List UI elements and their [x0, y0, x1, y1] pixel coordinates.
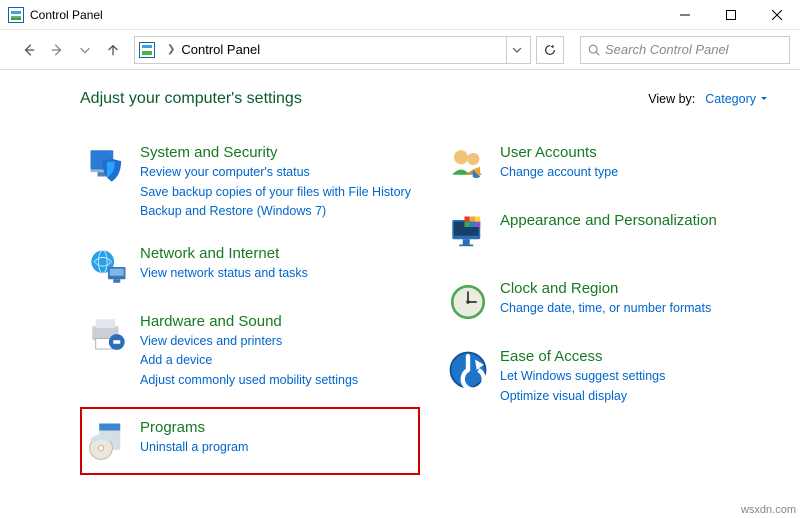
search-input[interactable]: Search Control Panel	[580, 36, 790, 64]
category-title[interactable]: Ease of Access	[500, 348, 665, 366]
category-link[interactable]: Backup and Restore (Windows 7)	[140, 203, 411, 221]
category-title[interactable]: Clock and Region	[500, 280, 711, 298]
category-link[interactable]: Uninstall a program	[140, 439, 248, 457]
minimize-button[interactable]	[662, 0, 708, 30]
content-area: Adjust your computer's settings View by:…	[0, 70, 800, 485]
view-by-value: Category	[705, 92, 756, 106]
category-link[interactable]: Review your computer's status	[140, 164, 411, 182]
navbar: ❯ Control Panel Search Control Panel	[0, 30, 800, 70]
category-title[interactable]: Hardware and Sound	[140, 313, 358, 331]
category-link[interactable]: Adjust commonly used mobility settings	[140, 372, 358, 390]
category-system-security: System and Security Review your computer…	[80, 138, 420, 227]
monitor-colors-icon	[446, 212, 490, 256]
category-appearance-personalization: Appearance and Personalization	[440, 206, 780, 262]
window-controls	[662, 0, 800, 30]
recent-locations-button[interactable]	[74, 39, 96, 61]
search-icon	[587, 43, 601, 57]
search-placeholder: Search Control Panel	[605, 42, 729, 57]
printer-icon	[86, 313, 130, 357]
category-hardware-sound: Hardware and Sound View devices and prin…	[80, 307, 420, 396]
window-title: Control Panel	[30, 8, 103, 22]
category-link[interactable]: Change account type	[500, 164, 618, 182]
address-dropdown[interactable]	[506, 37, 526, 63]
watermark: wsxdn.com	[741, 504, 796, 516]
category-user-accounts: User Accounts Change account type	[440, 138, 780, 194]
category-column-left: System and Security Review your computer…	[80, 138, 420, 475]
category-link[interactable]: View network status and tasks	[140, 265, 308, 283]
category-column-right: User Accounts Change account type	[440, 138, 780, 475]
content-header: Adjust your computer's settings View by:…	[80, 90, 780, 108]
close-button[interactable]	[754, 0, 800, 30]
shield-icon	[86, 144, 130, 188]
category-link[interactable]: View devices and printers	[140, 333, 358, 351]
category-link[interactable]: Let Windows suggest settings	[500, 368, 665, 386]
view-by: View by: Category	[648, 92, 780, 106]
chevron-down-icon	[760, 95, 768, 103]
view-by-dropdown[interactable]: Category	[705, 92, 768, 106]
breadcrumb[interactable]: Control Panel	[181, 42, 260, 57]
category-title[interactable]: Programs	[140, 419, 248, 437]
users-icon	[446, 144, 490, 188]
forward-button[interactable]	[46, 39, 68, 61]
category-link[interactable]: Optimize visual display	[500, 388, 665, 406]
category-ease-of-access: Ease of Access Let Windows suggest setti…	[440, 342, 780, 411]
ease-of-access-icon	[446, 348, 490, 392]
category-link[interactable]: Save backup copies of your files with Fi…	[140, 184, 411, 202]
control-panel-icon	[8, 7, 24, 23]
chevron-right-icon[interactable]: ❯	[161, 44, 181, 55]
category-clock-region: Clock and Region Change date, time, or n…	[440, 274, 780, 330]
clock-icon	[446, 280, 490, 324]
disc-box-icon	[86, 419, 130, 463]
up-button[interactable]	[102, 39, 124, 61]
category-title[interactable]: User Accounts	[500, 144, 618, 162]
category-link[interactable]: Add a device	[140, 352, 358, 370]
address-bar[interactable]: ❯ Control Panel	[134, 36, 531, 64]
titlebar: Control Panel	[0, 0, 800, 30]
page-title: Adjust your computer's settings	[80, 90, 302, 108]
category-programs: Programs Uninstall a program	[80, 407, 420, 475]
view-by-label: View by:	[648, 92, 695, 106]
control-panel-icon	[139, 42, 155, 58]
category-network-internet: Network and Internet View network status…	[80, 239, 420, 295]
category-link[interactable]: Change date, time, or number formats	[500, 300, 711, 318]
category-title[interactable]: Network and Internet	[140, 245, 308, 263]
globe-network-icon	[86, 245, 130, 289]
back-button[interactable]	[18, 39, 40, 61]
category-title[interactable]: Appearance and Personalization	[500, 212, 717, 230]
category-title[interactable]: System and Security	[140, 144, 411, 162]
maximize-button[interactable]	[708, 0, 754, 30]
category-grid: System and Security Review your computer…	[80, 138, 780, 475]
refresh-button[interactable]	[536, 36, 564, 64]
